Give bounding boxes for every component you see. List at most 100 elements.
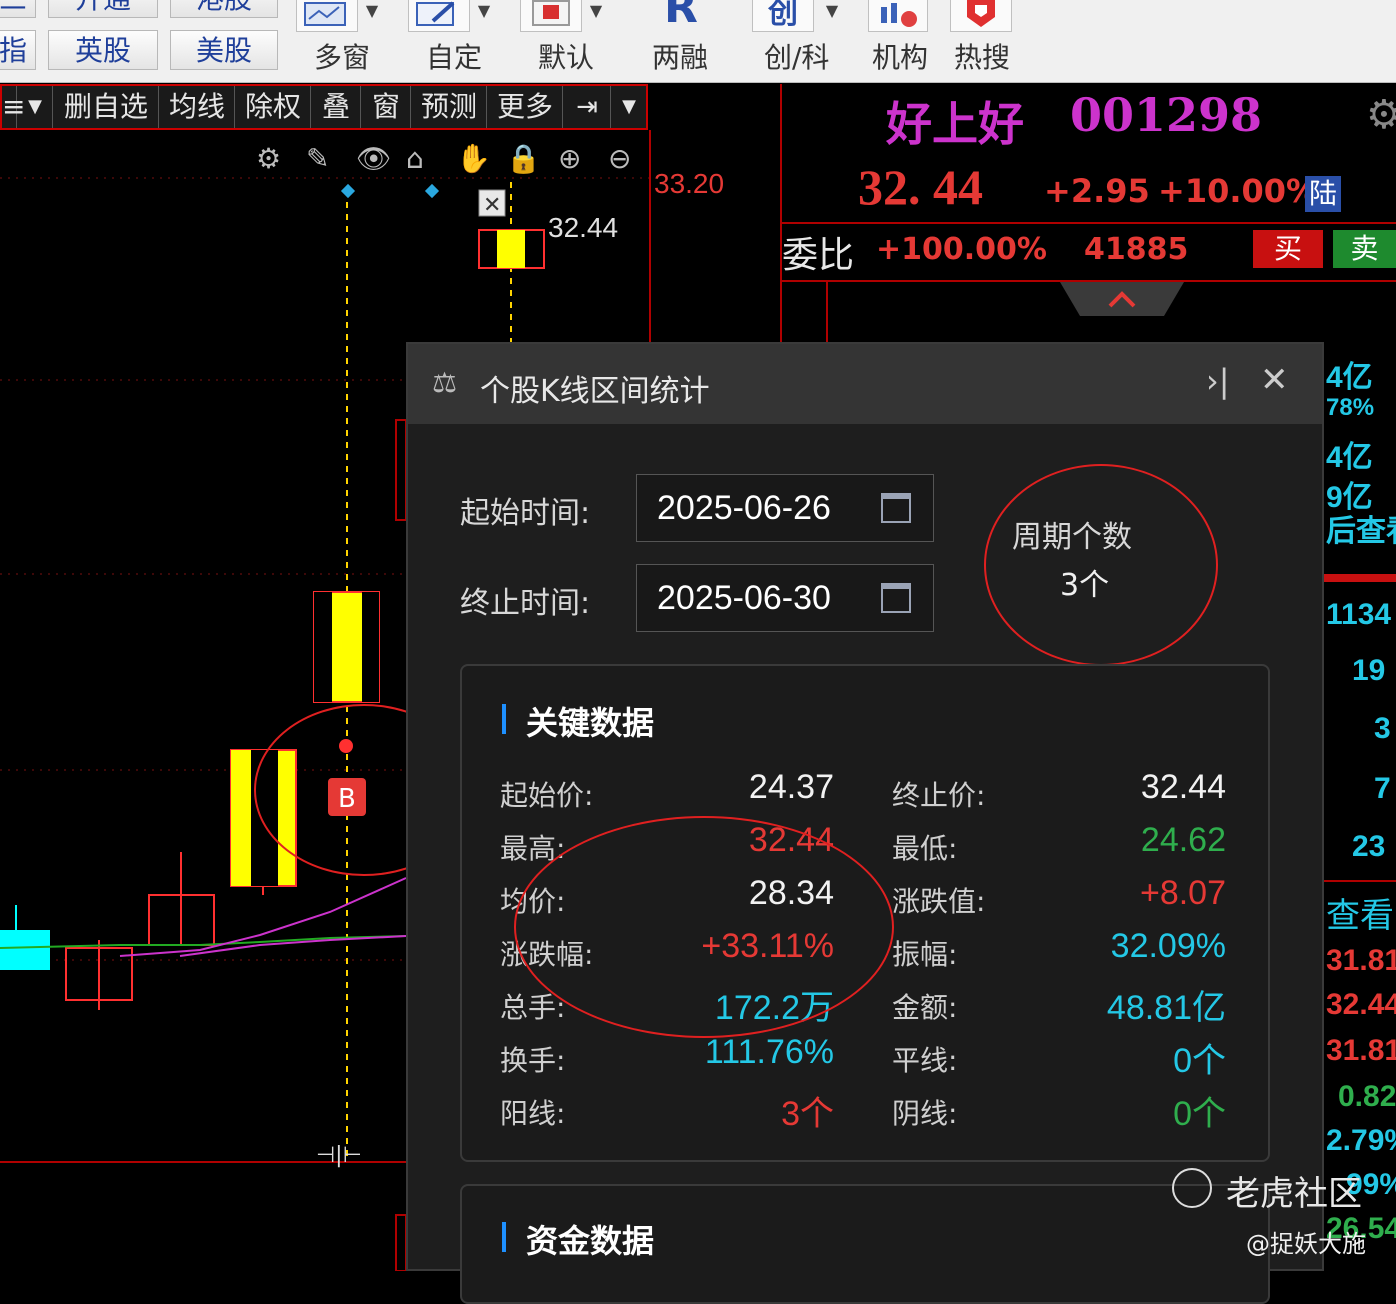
strip-value: 31.81 [1326,1034,1396,1067]
stat-label: 最低: [892,832,958,865]
menu-ex-rights[interactable]: 除权 [236,86,311,128]
menu-moving-average[interactable]: 均线 [160,86,235,128]
strip-bar [1324,574,1396,582]
tool-default[interactable]: ▼ 默认 [520,0,616,82]
tool-hot-search[interactable]: 热搜 [948,0,1020,82]
end-date-input[interactable]: 2025-06-30 [636,564,934,632]
tool-multi-window[interactable]: ▼ 多窗 [296,0,392,82]
calendar-icon[interactable] [881,583,911,613]
weibi-label: 委比 [782,235,855,276]
stat-value: +33.11% [701,927,834,965]
weibi-volume: 41885 [1084,232,1189,267]
dialog-title: 个股K线区间统计 [480,374,710,409]
chevron-down-icon[interactable]: ▼ [612,86,646,128]
stat-value: 24.62 [1140,821,1226,859]
chevron-down-icon[interactable]: ▼ [586,0,606,26]
key-data-title: 关键数据 [526,704,655,742]
watermark-handle: @捉妖大施 [1246,1230,1366,1258]
range-marker-mid[interactable] [424,183,440,199]
tool-label: 机构 [872,41,929,74]
section-accent [502,1222,506,1252]
buy-button[interactable]: 买 [1253,230,1323,268]
price-axis-high: 33.20 [654,168,725,199]
last-price-label: 32.44 [548,212,619,243]
section-accent [502,704,506,734]
strip-link[interactable]: 后查看 [1326,506,1396,550]
strip-value: 4亿 [1326,441,1373,474]
collapse-panel-icon[interactable]: ›| [1206,362,1230,400]
market-button-open[interactable]: 开通 [48,0,158,18]
tool-label: 热搜 [954,41,1011,74]
institution-icon [868,0,928,32]
stat-label: 起始价: [500,779,594,812]
hot-search-icon [950,0,1012,32]
menu-more[interactable]: 更多 [488,86,563,128]
divider [780,222,1396,224]
tool-label: 创/科 [764,41,830,74]
menu-forecast[interactable]: 预测 [412,86,487,128]
tool-institution[interactable]: 机构 [866,0,938,82]
market-button-hk[interactable]: 港股 [170,0,278,18]
stat-value: 0个 [1173,1095,1226,1133]
margin-r-icon: R [664,0,698,33]
chevron-down-icon[interactable]: ▼ [362,0,382,26]
expand-tab[interactable] [1060,282,1184,318]
watermark-brand: 老虎社区 [1226,1174,1362,1214]
kline-range-stats-dialog: ⚖ 个股K线区间统计 ›| ✕ 起始时间: 2025-06-26 终止时间: 2… [406,342,1324,1304]
close-icon[interactable]: ✕ [1260,360,1289,400]
weibi-value: +100.00% [876,232,1047,267]
panel-divider [780,84,782,344]
strip-value: 7 [1374,772,1391,805]
stat-value: 32.44 [1140,768,1226,806]
chevron-down-icon[interactable]: ▼ [474,0,494,26]
multi-window-icon [296,0,358,32]
dialog-title-bar[interactable]: ⚖ 个股K线区间统计 ›| ✕ [408,344,1322,424]
end-time-label: 终止时间: [460,586,591,621]
tool-label: 多窗 [314,41,371,74]
stat-value: +8.07 [1139,874,1226,912]
menu-remove-watchlist[interactable]: 删自选 [54,86,159,128]
menu-overlay[interactable]: 叠 [312,86,361,128]
start-time-label: 起始时间: [460,496,591,531]
strip-link[interactable]: 查看 [1326,888,1394,937]
start-date-value: 2025-06-26 [657,489,831,527]
market-button-index[interactable]: 指 [0,30,36,70]
stat-value: 32.09% [1110,927,1226,965]
period-count-value: 3个 [1060,568,1110,603]
tool-margin[interactable]: R 两融 [640,0,730,82]
stat-label: 换手: [500,1044,566,1077]
sell-button[interactable]: 卖 [1333,230,1396,268]
menu-window[interactable]: 窗 [362,86,411,128]
stat-label: 总手: [500,991,566,1024]
market-button-partial[interactable]: 三 [0,0,36,18]
stat-value: 32.44 [748,821,834,859]
tool-custom[interactable]: ▼ 自定 [408,0,504,82]
market-button-uk[interactable]: 英股 [48,30,158,70]
chevron-down-icon[interactable]: ▼ [18,86,53,128]
close-icon: ✕ [483,193,501,218]
tool-chuang-ke[interactable]: 创 ▼ 创/科 [752,0,852,82]
strip-divider [1324,880,1396,882]
gear-icon[interactable]: ⚙ [1366,92,1396,138]
menu-lead[interactable]: ≡ [2,86,25,128]
chart-menu-bar: ≡ ▼ 删自选 均线 除权 叠 窗 预测 更多 ⇥ ▼ [0,84,648,130]
strip-value: 2.79% [1326,1124,1396,1157]
custom-edit-icon [408,0,470,32]
tool-label: 自定 [426,41,483,74]
current-price: 32. 44 [858,159,983,215]
strip-value: 0.82 [1338,1080,1396,1113]
calendar-icon[interactable] [881,493,911,523]
strip-value: 4亿 [1326,361,1373,394]
stat-value: 0个 [1173,1042,1226,1080]
strip-value: 31.81 [1326,944,1396,977]
chevron-down-icon[interactable]: ▼ [822,0,842,26]
key-data-card: 关键数据 起始价: 24.37 终止价: 32.44 最高: 32.44 最低:… [460,664,1270,1162]
jump-to-end-icon[interactable]: ⇥ [564,86,611,128]
range-marker-start[interactable] [340,183,356,199]
stat-label: 振幅: [892,938,958,971]
stat-label: 阴线: [892,1097,958,1130]
default-layout-icon [520,0,582,32]
start-date-input[interactable]: 2025-06-26 [636,474,934,542]
market-button-us[interactable]: 美股 [170,30,278,70]
range-handle-icon[interactable]: ⊣|⊢ [316,1143,362,1168]
